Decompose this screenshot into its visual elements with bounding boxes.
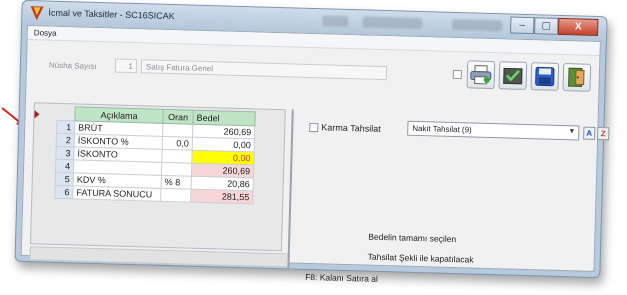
icmal-grid-panel: Açıklama Oran Bedel 1 BRÜT 260,69 2 İSKO… [29, 102, 286, 252]
exit-button[interactable] [562, 63, 592, 92]
toolbar [452, 60, 592, 92]
cell-bedel[interactable]: 281,55 [190, 189, 254, 204]
window-title: İcmal ve Taksitler - SC16SICAK [48, 7, 175, 22]
icmal-window: İcmal ve Taksitler - SC16SICAK – ▢ X Dos… [14, 0, 610, 284]
karma-tahsilat-option[interactable]: Karma Tahsilat [309, 122, 381, 134]
chevron-down-icon[interactable]: ▼ [568, 128, 575, 135]
karma-tahsilat-checkbox[interactable] [309, 122, 319, 132]
info-message-line-2: Tahsilat Şekli ile kapatılacak [367, 251, 474, 265]
save-disk-icon [535, 66, 555, 87]
maximize-button[interactable]: ▢ [534, 17, 559, 35]
icmal-table: Açıklama Oran Bedel 1 BRÜT 260,69 2 İSKO… [54, 106, 256, 205]
tahsilat-method-value: Nakit Tahsilat (9) [412, 123, 472, 135]
row-number-header [56, 106, 76, 121]
nusha-input[interactable]: 1 [114, 58, 138, 74]
minimize-button[interactable]: – [510, 16, 535, 35]
blurred-region [452, 18, 503, 32]
row-number: 3 [55, 146, 75, 160]
cell-oran[interactable] [161, 162, 192, 177]
row-number: 4 [55, 159, 74, 173]
cell-aciklama[interactable]: FATURA SONUCU [72, 185, 162, 202]
panel-splitter[interactable] [287, 109, 294, 270]
column-header-oran[interactable]: Oran [162, 109, 194, 125]
blurred-region [322, 15, 349, 27]
checklist-button[interactable] [498, 61, 528, 90]
save-button[interactable] [530, 62, 560, 91]
row-number: 6 [54, 185, 74, 199]
cell-oran[interactable] [160, 188, 192, 203]
cell-oran[interactable] [162, 123, 193, 138]
row-number: 5 [55, 172, 74, 186]
screenshot-stage: İcmal ve Taksitler - SC16SICAK – ▢ X Dos… [0, 0, 627, 295]
print-button[interactable] [466, 60, 496, 90]
row-number: 1 [56, 120, 75, 134]
cell-oran[interactable] [161, 149, 193, 164]
cell-oran[interactable]: 0,0 [162, 136, 193, 151]
fatura-type-field[interactable]: Satış Fatura Genel [140, 59, 388, 81]
tahsilat-method-select[interactable]: Nakit Tahsilat (9) ▼ [407, 120, 580, 141]
karma-tahsilat-label: Karma Tahsilat [321, 122, 381, 134]
toolbar-checkbox[interactable] [452, 69, 462, 79]
exit-door-icon [568, 67, 585, 88]
check-list-icon [503, 67, 523, 85]
printer-icon [470, 65, 492, 85]
info-message-line-1: Bedelin tamamı seçilen [368, 231, 457, 245]
app-logo-icon [30, 6, 44, 21]
sort-a-button[interactable]: A [583, 126, 596, 140]
row-number: 2 [56, 133, 75, 147]
close-button[interactable]: X [558, 17, 599, 36]
cell-oran[interactable]: % 8 [161, 175, 192, 190]
sort-az-button[interactable]: Z [597, 126, 610, 141]
menu-item-dosya[interactable]: Dosya [34, 28, 57, 38]
row-marker-icon [34, 110, 40, 119]
f8-shortcut-hint: F8: Kalanı Satıra al [305, 271, 379, 284]
blurred-region [362, 16, 423, 30]
window-client-area: Dosya Nüsha Sayısı 1 Satış Fatura Genel [20, 25, 610, 284]
nusha-label: Nüsha Sayısı [48, 60, 97, 71]
